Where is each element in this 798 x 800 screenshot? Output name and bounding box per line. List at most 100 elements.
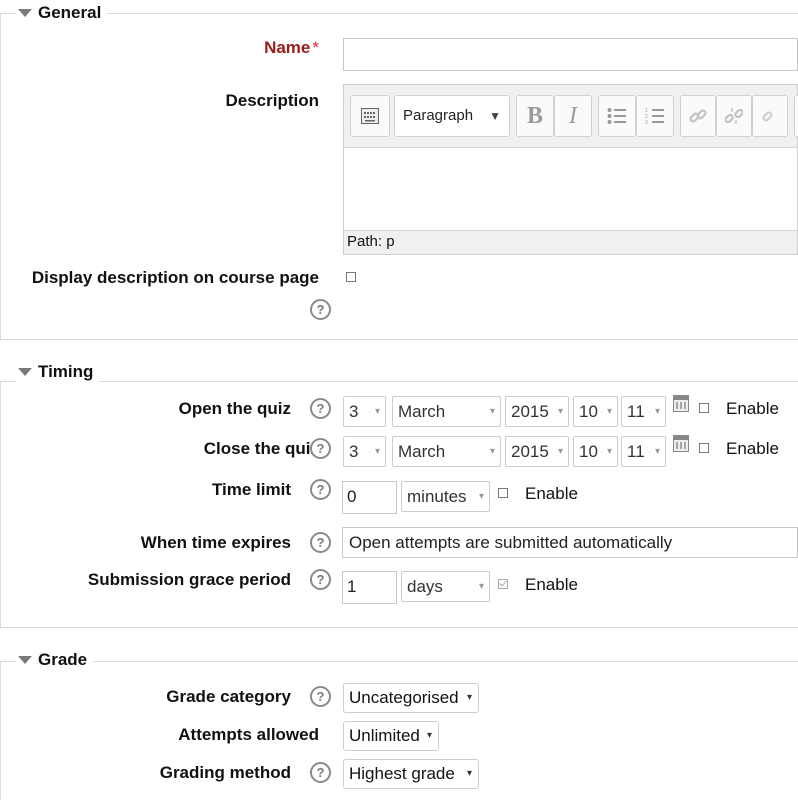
chevron-down-icon: ▾ <box>489 406 495 417</box>
help-icon[interactable]: ? <box>310 569 331 590</box>
time-limit-unit-select[interactable]: minutes ▾ <box>401 481 490 512</box>
close-enable-checkbox[interactable] <box>699 443 709 453</box>
editor-toolbar: Paragraph ▼ B I 123 <box>344 85 798 147</box>
legend-grade-label: Grade <box>38 650 88 669</box>
italic-icon: I <box>569 103 577 129</box>
open-minute-value: 11 <box>627 402 645 421</box>
legend-timing[interactable]: Timing <box>16 362 100 382</box>
close-minute-value: 11 <box>627 442 645 461</box>
chevron-down-icon: ▾ <box>426 730 432 741</box>
chevron-down-icon: ▾ <box>606 446 612 457</box>
time-limit-enable-label: Enable <box>525 484 578 503</box>
close-day-select[interactable]: 3 ▾ <box>343 436 386 467</box>
legend-timing-label: Timing <box>38 362 94 381</box>
bold-icon: B <box>526 103 543 129</box>
time-limit-unit-value: minutes <box>407 487 467 506</box>
help-icon[interactable]: ? <box>310 532 331 553</box>
chevron-down-icon: ▾ <box>478 581 484 592</box>
chevron-down-icon: ▾ <box>374 406 380 417</box>
chevron-down-icon: ▾ <box>654 406 660 417</box>
grace-period-enable-checkbox[interactable] <box>498 579 508 589</box>
attempts-allowed-value: Unlimited <box>349 726 420 745</box>
calendar-icon[interactable] <box>673 395 689 412</box>
grading-method-label: Grading method <box>159 763 291 782</box>
grace-period-enable-label: Enable <box>525 575 578 594</box>
open-enable-checkbox[interactable] <box>699 403 709 413</box>
grading-method-value: Highest grade <box>349 764 455 783</box>
chevron-down-icon: ▾ <box>466 692 472 703</box>
open-day-value: 3 <box>349 402 359 421</box>
anchor-button[interactable] <box>752 95 788 137</box>
link-icon <box>689 109 707 123</box>
close-year-select[interactable]: 2015 ▾ <box>505 436 569 467</box>
unordered-list-icon <box>607 108 626 124</box>
open-minute-select[interactable]: 11 ▾ <box>621 396 666 427</box>
help-icon[interactable]: ? <box>310 762 331 783</box>
grace-period-input[interactable]: 1 <box>342 571 397 604</box>
collapse-triangle-icon <box>18 9 32 17</box>
chevron-down-icon: ▾ <box>374 446 380 457</box>
close-minute-select[interactable]: 11 ▾ <box>621 436 666 467</box>
unordered-list-button[interactable] <box>598 95 636 137</box>
close-month-value: March <box>398 442 446 461</box>
display-description-checkbox[interactable] <box>346 272 356 282</box>
open-hour-value: 10 <box>579 402 598 421</box>
close-hour-select[interactable]: 10 ▾ <box>573 436 618 467</box>
time-limit-input[interactable]: 0 <box>342 481 397 514</box>
chevron-down-icon: ▾ <box>557 446 563 457</box>
editor-path: Path: p <box>347 233 395 250</box>
required-icon: * <box>312 38 319 57</box>
more-button[interactable] <box>794 95 798 137</box>
calendar-icon[interactable] <box>673 435 689 452</box>
grade-category-label: Grade category <box>166 687 291 706</box>
toolbar-toggle-icon <box>361 108 379 124</box>
anchor-icon <box>762 111 773 122</box>
grace-period-unit-select[interactable]: days ▾ <box>401 571 490 602</box>
unlink-icon <box>724 108 744 124</box>
help-icon[interactable]: ? <box>310 398 331 419</box>
open-month-select[interactable]: March ▾ <box>392 396 501 427</box>
open-hour-select[interactable]: 10 ▾ <box>573 396 618 427</box>
chevron-down-icon: ▾ <box>489 446 495 457</box>
chevron-down-icon: ▾ <box>654 446 660 457</box>
legend-general[interactable]: General <box>16 3 108 23</box>
description-editor: Paragraph ▼ B I 123 Path: p <box>343 84 798 255</box>
link-button[interactable] <box>680 95 716 137</box>
help-icon[interactable]: ? <box>310 299 331 320</box>
grace-period-unit-value: days <box>407 577 443 596</box>
open-quiz-label: Open the quiz <box>178 399 291 418</box>
legend-grade[interactable]: Grade <box>16 650 94 670</box>
unlink-button[interactable] <box>716 95 752 137</box>
chevron-down-icon: ▾ <box>557 406 563 417</box>
open-year-select[interactable]: 2015 ▾ <box>505 396 569 427</box>
close-enable-label: Enable <box>726 439 779 458</box>
time-limit-enable-checkbox[interactable] <box>498 488 508 498</box>
italic-button[interactable]: I <box>554 95 592 137</box>
close-year-value: 2015 <box>511 442 549 461</box>
time-limit-label: Time limit <box>211 480 291 499</box>
chevron-down-icon: ▾ <box>466 768 472 779</box>
close-month-select[interactable]: March ▾ <box>392 436 501 467</box>
help-icon[interactable]: ? <box>310 479 331 500</box>
collapse-triangle-icon <box>18 656 32 664</box>
grading-method-select[interactable]: Highest grade ▾ <box>343 759 479 789</box>
grade-category-value: Uncategorised <box>349 688 459 707</box>
legend-general-label: General <box>38 3 102 22</box>
grade-category-select[interactable]: Uncategorised ▾ <box>343 683 479 713</box>
help-icon[interactable]: ? <box>310 438 331 459</box>
format-select[interactable]: Paragraph ▼ <box>394 95 510 137</box>
close-hour-value: 10 <box>579 442 598 461</box>
open-month-value: March <box>398 402 446 421</box>
ordered-list-button[interactable]: 123 <box>636 95 674 137</box>
ordered-list-icon: 123 <box>645 108 664 126</box>
attempts-allowed-select[interactable]: Unlimited ▾ <box>343 721 439 751</box>
open-enable-label: Enable <box>726 399 779 418</box>
open-day-select[interactable]: 3 ▾ <box>343 396 386 427</box>
toolbar-toggle-button[interactable] <box>350 95 390 137</box>
help-icon[interactable]: ? <box>310 686 331 707</box>
name-input[interactable] <box>343 38 798 71</box>
bold-button[interactable]: B <box>516 95 554 137</box>
description-textarea[interactable] <box>344 147 797 231</box>
when-time-expires-select[interactable]: Open attempts are submitted automaticall… <box>342 527 798 558</box>
when-time-expires-label: When time expires <box>140 533 291 552</box>
